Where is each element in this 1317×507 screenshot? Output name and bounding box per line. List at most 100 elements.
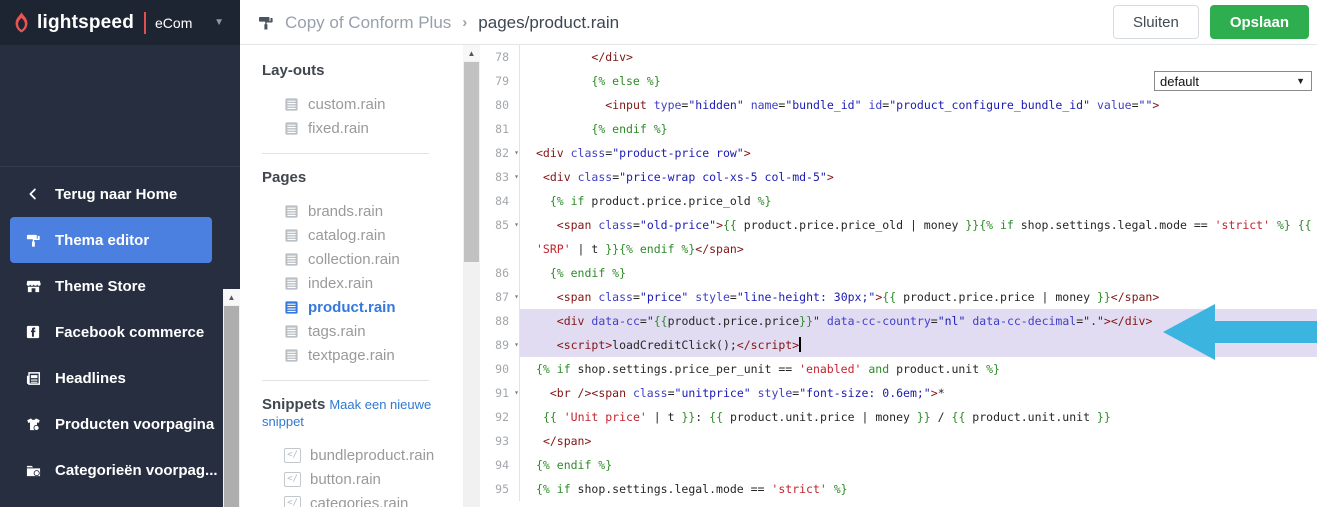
version-select[interactable]: default ▼ — [1154, 71, 1312, 91]
code-editor[interactable]: 78 </div>79 {% else %}80 <input type="hi… — [480, 45, 1317, 507]
line-number: 91▾ — [480, 381, 520, 405]
fold-arrow-icon[interactable]: ▾ — [514, 213, 519, 237]
fold-arrow-icon[interactable]: ▾ — [514, 381, 519, 405]
code-line-wrap[interactable]: 'SRP' | t }}{% endif %}</span> — [480, 237, 1317, 261]
file-item-product-rain[interactable]: product.rain — [262, 295, 463, 319]
file-item-bundleproduct-rain[interactable]: </ bundleproduct.rain — [262, 443, 463, 467]
sidebar-item-label: Terug naar Home — [55, 186, 177, 203]
file-item-label: categories.rain — [310, 495, 408, 507]
line-number: 94 — [480, 453, 520, 477]
line-number: 92 — [480, 405, 520, 429]
breadcrumb-theme-name[interactable]: Copy of Conform Plus — [285, 13, 451, 33]
code-text: </span> — [520, 429, 1317, 453]
line-number: 80 — [480, 93, 520, 117]
fold-arrow-icon[interactable]: ▾ — [514, 285, 519, 309]
paint-roller-icon — [258, 15, 274, 31]
sidebar-scrollbar-thumb[interactable] — [224, 306, 239, 507]
new-snippet-link[interactable]: Maak een nieuwe snippet — [262, 397, 431, 429]
code-line-81[interactable]: 81 {% endif %} — [480, 117, 1317, 141]
file-icon — [284, 252, 299, 267]
file-item-label: custom.rain — [308, 96, 386, 113]
sidebar-item-label: Headlines — [55, 370, 126, 387]
close-button[interactable]: Sluiten — [1113, 5, 1199, 39]
group-divider — [262, 153, 429, 154]
line-number — [480, 237, 520, 261]
file-item-catalog-rain[interactable]: catalog.rain — [262, 223, 463, 247]
store-icon — [24, 279, 42, 294]
code-text: {% endif %} — [520, 117, 1317, 141]
code-line-91[interactable]: 91▾ <br /><span class="unitprice" style=… — [480, 381, 1317, 405]
code-line-92[interactable]: 92 {{ 'Unit price' | t }}: {{ product.un… — [480, 405, 1317, 429]
sidebar-item-categorieen-voorpagina[interactable]: Categorieën voorpag... — [0, 447, 223, 493]
code-line-86[interactable]: 86 {% endif %} — [480, 261, 1317, 285]
code-line-83[interactable]: 83▾ <div class="price-wrap col-xs-5 col-… — [480, 165, 1317, 189]
file-icon — [284, 300, 299, 315]
file-item-tags-rain[interactable]: tags.rain — [262, 319, 463, 343]
code-lines: 78 </div>79 {% else %}80 <input type="hi… — [480, 45, 1317, 501]
sidebar-item-label: Theme Store — [55, 278, 146, 295]
file-item-label: product.rain — [308, 299, 396, 316]
file-item-textpage-rain[interactable]: textpage.rain — [262, 343, 463, 367]
line-number: 85▾ — [480, 213, 520, 237]
fold-arrow-icon[interactable]: ▾ — [514, 333, 519, 357]
file-item-brands-rain[interactable]: brands.rain — [262, 199, 463, 223]
code-text: {% if shop.settings.legal.mode == 'stric… — [520, 477, 1317, 501]
main-sidebar: Terug naar Home Thema editor Theme Store Fa… — [0, 45, 240, 507]
line-number: 87▾ — [480, 285, 520, 309]
line-number: 83▾ — [480, 165, 520, 189]
file-group-title: Lay-outs — [262, 62, 463, 79]
topbar: lightspeed eCom ▼ Copy of Conform Plus ›… — [0, 0, 1317, 45]
save-button[interactable]: Opslaan — [1210, 5, 1309, 39]
filepanel-scrollbar-thumb[interactable] — [464, 62, 479, 262]
file-icon — [284, 121, 299, 136]
code-line-93[interactable]: 93 </span> — [480, 429, 1317, 453]
file-group-layouts: Lay-outs custom.rain fixed.rain — [262, 62, 463, 154]
line-number: 82▾ — [480, 141, 520, 165]
sidebar-scrollbar[interactable]: ▲ — [223, 289, 240, 507]
sidebar-item-label: Facebook commerce — [55, 324, 204, 341]
scroll-up-arrow-icon[interactable]: ▲ — [223, 289, 240, 305]
line-number: 88 — [480, 309, 520, 333]
file-item-index-rain[interactable]: index.rain — [262, 271, 463, 295]
code-line-78[interactable]: 78 </div> — [480, 45, 1317, 69]
code-line-80[interactable]: 80 <input type="hidden" name="bundle_id"… — [480, 93, 1317, 117]
code-line-94[interactable]: 94{% endif %} — [480, 453, 1317, 477]
fold-arrow-icon[interactable]: ▾ — [514, 165, 519, 189]
fold-arrow-icon[interactable]: ▾ — [514, 141, 519, 165]
highlight-arrow — [1161, 301, 1317, 363]
code-line-82[interactable]: 82▾<div class="product-price row"> — [480, 141, 1317, 165]
code-text: {% endif %} — [520, 453, 1317, 477]
brand-dropdown-chevron-icon[interactable]: ▼ — [214, 17, 224, 28]
code-line-84[interactable]: 84 {% if product.price.price_old %} — [480, 189, 1317, 213]
code-text: <div class="product-price row"> — [520, 141, 1317, 165]
file-group-title: Pages — [262, 169, 463, 186]
code-text: {% if product.price.price_old %} — [520, 189, 1317, 213]
lightspeed-logo: lightspeed eCom ▼ — [0, 0, 240, 45]
file-icon — [284, 97, 299, 112]
file-panel: Lay-outs custom.rain fixed.rain Pages brands… — [240, 45, 480, 507]
sidebar-item-headlines[interactable]: Headlines — [0, 355, 223, 401]
code-line-85[interactable]: 85▾ <span class="old-price">{{ product.p… — [480, 213, 1317, 237]
filepanel-scrollbar[interactable]: ▲ — [463, 45, 480, 507]
file-icon — [284, 228, 299, 243]
sidebar-item-facebook-commerce[interactable]: Facebook commerce — [0, 309, 223, 355]
sidebar-item-thema-editor[interactable]: Thema editor — [10, 217, 212, 263]
file-item-collection-rain[interactable]: collection.rain — [262, 247, 463, 271]
code-line-95[interactable]: 95{% if shop.settings.legal.mode == 'str… — [480, 477, 1317, 501]
sidebar-item-producten-voorpagina[interactable]: Producten voorpagina — [0, 401, 223, 447]
file-item-button-rain[interactable]: </button.rain — [262, 467, 463, 491]
snippet-icon: </ — [284, 448, 301, 463]
file-group-snippets: SnippetsMaak een nieuwe snippet</bundlep… — [262, 396, 463, 507]
file-item-categories-rain[interactable]: </categories.rain — [262, 491, 463, 507]
file-item-label: bundleproduct.rain — [310, 447, 434, 464]
code-text: {{ 'Unit price' | t }}: {{ product.unit.… — [520, 405, 1317, 429]
facebook-icon — [24, 325, 42, 339]
sidebar-item-theme-store[interactable]: Theme Store — [0, 263, 223, 309]
sidebar-item-terug-naar-home[interactable]: Terug naar Home — [0, 171, 223, 217]
file-icon — [284, 276, 299, 291]
file-item-custom-rain[interactable]: custom.rain — [262, 92, 463, 116]
topbar-actions: Sluiten Opslaan — [1113, 5, 1309, 39]
theme-editor-app: lightspeed eCom ▼ Copy of Conform Plus ›… — [0, 0, 1317, 507]
scroll-up-arrow-icon[interactable]: ▲ — [463, 45, 480, 61]
file-item-fixed-rain[interactable]: fixed.rain — [262, 116, 463, 140]
